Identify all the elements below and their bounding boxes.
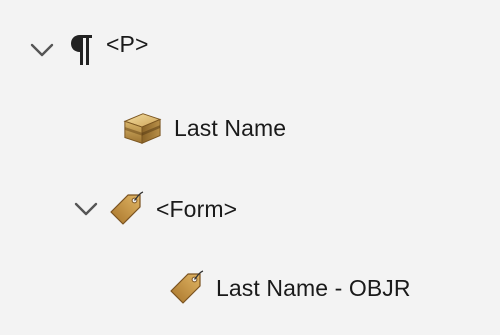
tree-node-label: <P> bbox=[106, 31, 149, 57]
tag-icon bbox=[166, 268, 206, 308]
tree-node-label: Last Name bbox=[174, 115, 287, 141]
chevron-down-icon[interactable] bbox=[30, 30, 62, 70]
tree-node-label: <Form> bbox=[156, 196, 238, 222]
tag-icon bbox=[106, 189, 146, 229]
tree-node-label: Last Name - OBJR bbox=[216, 275, 411, 301]
box-content-icon bbox=[122, 108, 162, 148]
paragraph-icon bbox=[62, 30, 102, 70]
tree-node-form[interactable]: <Form> bbox=[74, 189, 237, 229]
tree-node-p[interactable]: <P> bbox=[30, 30, 149, 70]
tree-node-last-name-objr[interactable]: Last Name - OBJR bbox=[166, 268, 411, 308]
tree-node-last-name[interactable]: Last Name bbox=[122, 108, 286, 148]
tags-tree: <P> Last Name <Form> Last Name - OBJR bbox=[0, 0, 500, 335]
chevron-down-icon[interactable] bbox=[74, 189, 106, 229]
